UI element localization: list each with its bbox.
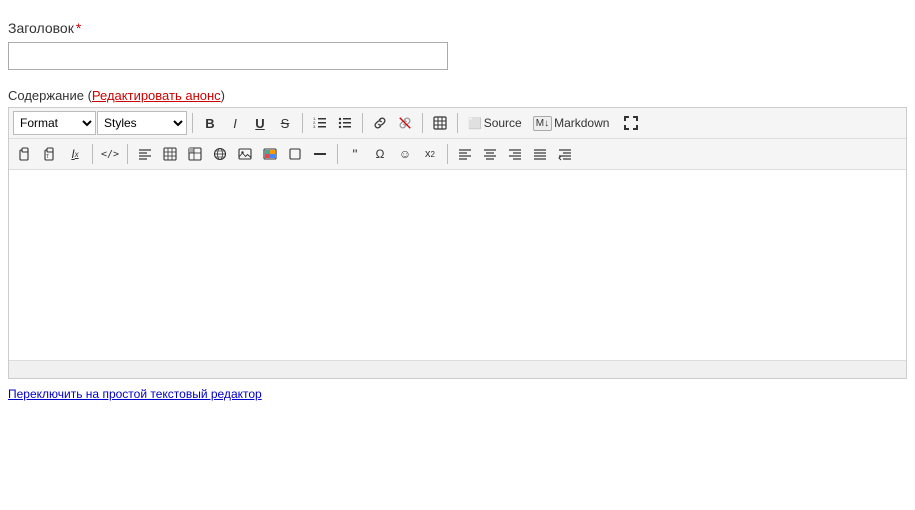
separator-2 (302, 113, 303, 133)
superscript-button[interactable]: x2 (418, 142, 442, 166)
switch-editor-link[interactable]: Переключить на простой текстовый редакто… (8, 387, 262, 401)
hr-button[interactable] (308, 142, 332, 166)
title-label-text: Заголовок (8, 20, 74, 36)
ordered-list-button[interactable]: 1. 2. 3. (308, 111, 332, 135)
bold-button[interactable]: B (198, 111, 222, 135)
unlink-button[interactable] (393, 111, 417, 135)
title-input[interactable] (8, 42, 448, 70)
image-button[interactable] (233, 142, 257, 166)
color-image-button[interactable] (258, 142, 282, 166)
align-right-button[interactable] (503, 142, 527, 166)
source-button[interactable]: ⬜ Source (463, 111, 527, 135)
align-left2-button[interactable] (453, 142, 477, 166)
separator-r2-2 (127, 144, 128, 164)
title-label: Заголовок* (8, 20, 907, 36)
content-label-text: Содержание ( (8, 88, 92, 103)
separator-5 (457, 113, 458, 133)
markdown-button[interactable]: M↓ Markdown (528, 111, 615, 135)
source-icon: ⬜ (468, 117, 482, 130)
align-justify-button[interactable] (528, 142, 552, 166)
separator-r2-1 (92, 144, 93, 164)
markdown-icon: M↓ (533, 116, 552, 131)
editor-wrapper: Format Paragraph Heading 1 Heading 2 Hea… (8, 107, 907, 379)
global-button[interactable] (208, 142, 232, 166)
svg-text:T: T (46, 154, 49, 160)
paste-text-button[interactable]: T (38, 142, 62, 166)
unordered-list-button[interactable] (333, 111, 357, 135)
source-label: Source (484, 116, 522, 130)
strikethrough-button[interactable]: S (273, 111, 297, 135)
code-button[interactable]: </> (98, 142, 122, 166)
content-label-end: ) (221, 88, 225, 103)
clear-format-button[interactable]: Ix (63, 142, 87, 166)
markdown-label: Markdown (554, 116, 609, 130)
special-chars-button[interactable]: Ω (368, 142, 392, 166)
align-center-button[interactable] (478, 142, 502, 166)
separator-r2-3 (337, 144, 338, 164)
fullscreen-button[interactable] (619, 111, 643, 135)
separator-1 (192, 113, 193, 133)
align-left-button[interactable] (133, 142, 157, 166)
italic-button[interactable]: I (223, 111, 247, 135)
table-button[interactable] (428, 111, 452, 135)
separator-3 (362, 113, 363, 133)
toolbar-row2: T Ix </> (9, 139, 906, 170)
editor-statusbar (9, 360, 906, 378)
table-modify-button[interactable] (183, 142, 207, 166)
separator-r2-4 (447, 144, 448, 164)
table-insert-button[interactable] (158, 142, 182, 166)
content-label: Содержание (Редактировать анонс) (8, 88, 907, 103)
switch-link-container: Переключить на простой текстовый редакто… (8, 387, 907, 401)
format-select[interactable]: Format Paragraph Heading 1 Heading 2 Hea… (13, 111, 96, 135)
styles-select[interactable]: Styles (97, 111, 187, 135)
separator-4 (422, 113, 423, 133)
underline-button[interactable]: U (248, 111, 272, 135)
svg-text:3.: 3. (313, 124, 316, 129)
paste-button[interactable] (13, 142, 37, 166)
editor-content[interactable] (9, 170, 906, 360)
required-star: * (76, 20, 81, 36)
box-button[interactable] (283, 142, 307, 166)
toolbar-row1: Format Paragraph Heading 1 Heading 2 Hea… (9, 108, 906, 139)
link-button[interactable] (368, 111, 392, 135)
rtl-button[interactable] (553, 142, 577, 166)
code-icon: </> (101, 149, 119, 160)
edit-anons-link[interactable]: Редактировать анонс (92, 88, 221, 103)
emoji-button[interactable]: ☺ (393, 142, 417, 166)
blockquote-button[interactable]: " (343, 142, 367, 166)
